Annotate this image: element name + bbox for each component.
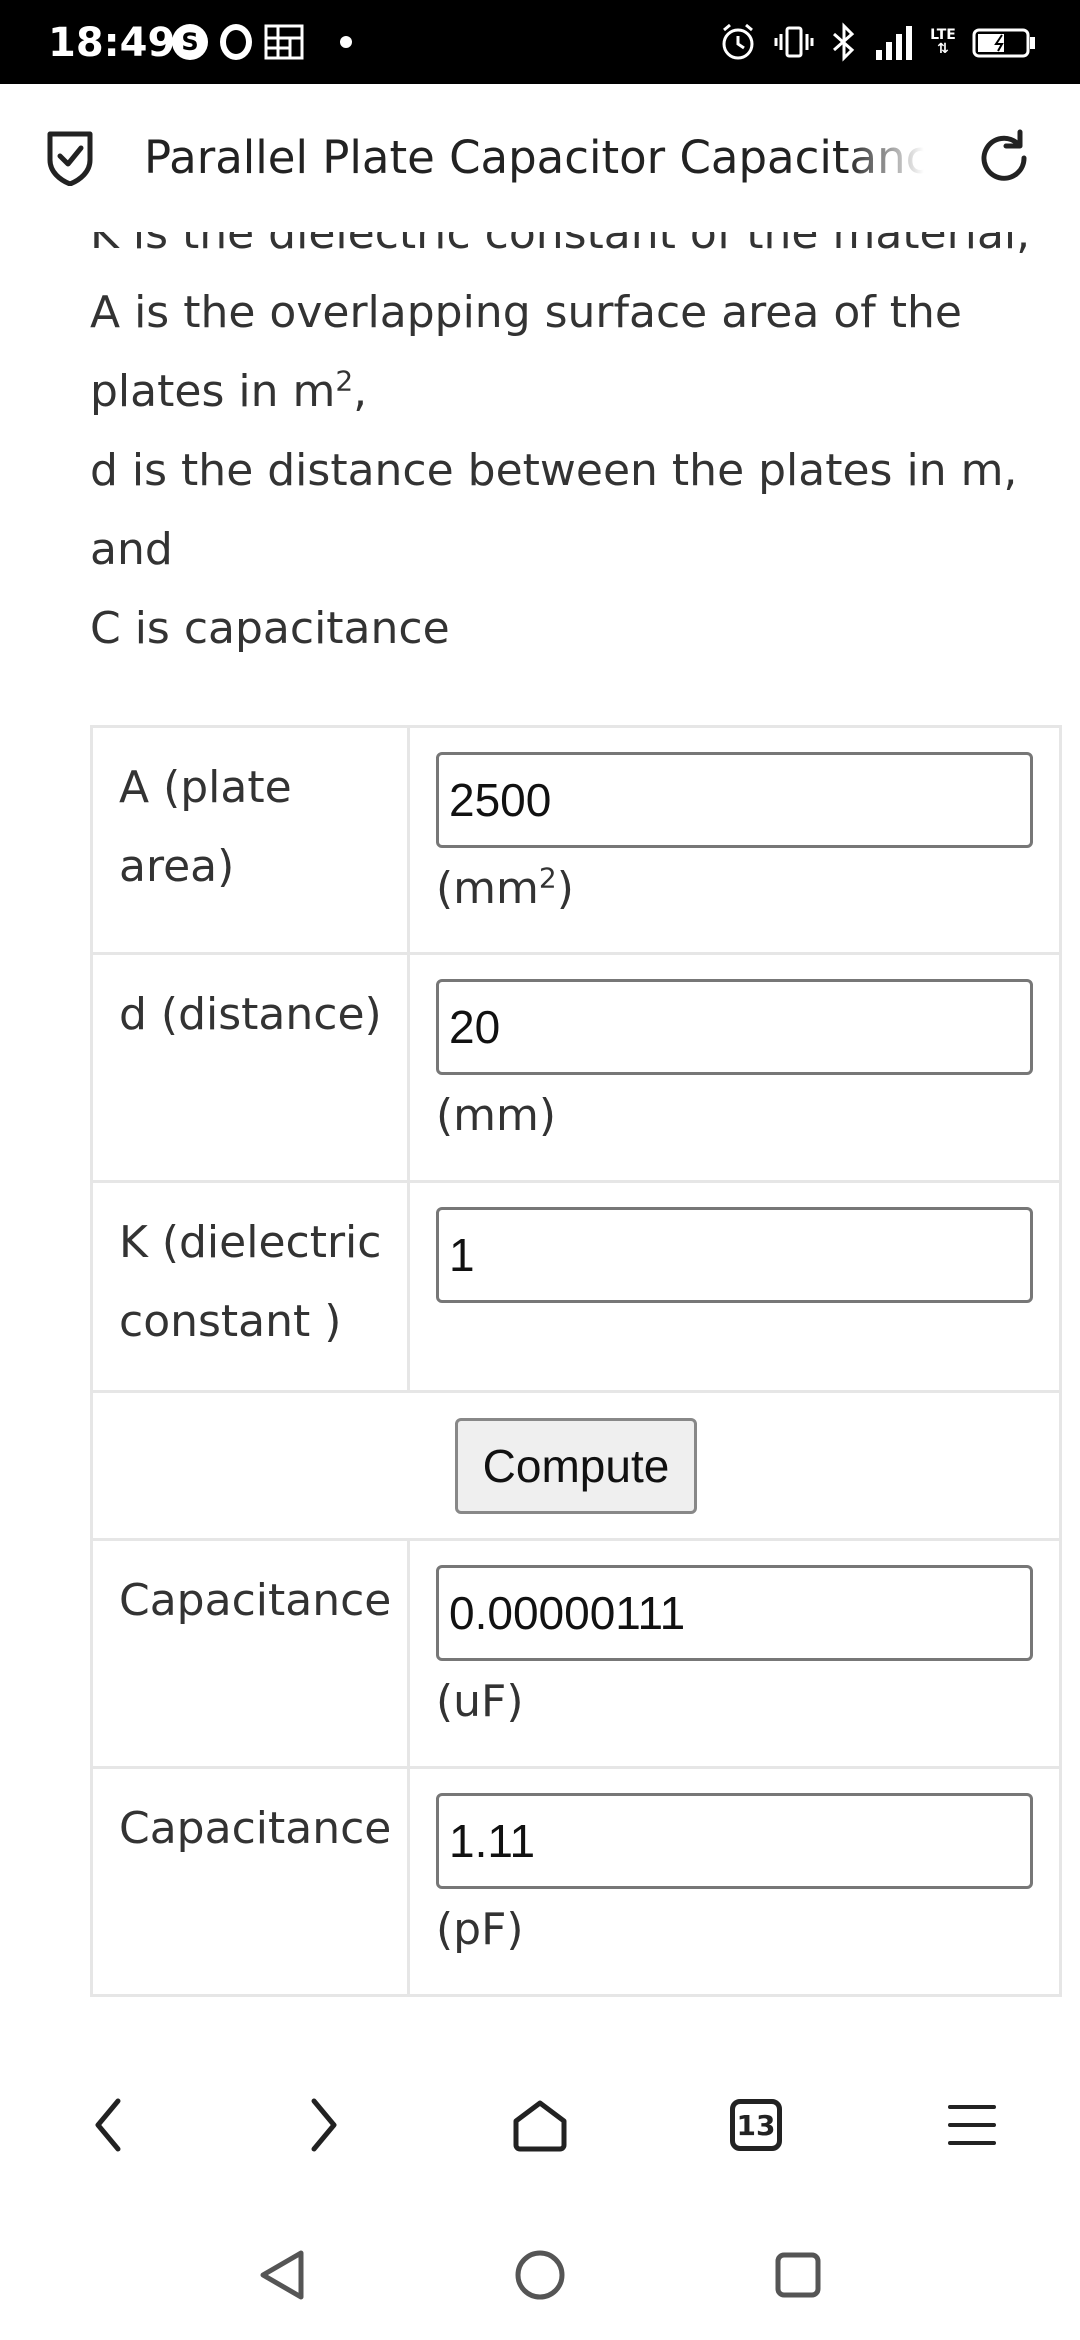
more-notifications-dot [340, 36, 352, 48]
formula-description: K is the dielectric constant of the mate… [90, 232, 1050, 668]
compute-cell: Compute [90, 1390, 1062, 1541]
capacitance-uf-row: Capacitance (uF) [90, 1538, 1062, 1769]
chevron-right-icon [311, 2098, 337, 2152]
ring-icon [220, 24, 252, 60]
browser-bottom-nav: 13 [0, 2040, 1080, 2210]
home-button[interactable] [480, 2065, 600, 2185]
tabs-count-icon: 13 [730, 2099, 782, 2151]
capacitance-pf-unit: (pF) [436, 1904, 524, 1955]
distance-input[interactable] [436, 979, 1033, 1075]
capacitance-uf-label: Capacitance [90, 1538, 410, 1769]
area-unit-exponent: 2 [538, 861, 557, 895]
dielectric-row: K (dielectric constant ) [90, 1180, 1062, 1393]
desc-line-a-text: A is the overlapping surface area of the… [90, 287, 962, 417]
notification-icons: S [172, 22, 352, 62]
circle-home-icon [515, 2250, 565, 2300]
area-unit-text: (mm [436, 863, 539, 914]
compute-row: Compute [90, 1390, 1062, 1541]
distance-label: d (distance) [90, 952, 410, 1183]
system-status-icons: LTE ⇅ [718, 22, 1036, 62]
system-home-button[interactable] [495, 2230, 585, 2320]
alarm-icon [722, 23, 754, 60]
signal-icon [876, 26, 912, 60]
page-content[interactable]: K is the dielectric constant of the mate… [0, 232, 1080, 2012]
dielectric-input[interactable] [436, 1207, 1033, 1303]
system-back-button[interactable] [237, 2230, 327, 2320]
page-title[interactable]: Parallel Plate Capacitor Capacitance [144, 128, 924, 188]
desc-line-d: d is the distance between the plates in … [90, 445, 1018, 575]
area-row: A (plate area) (mm2) [90, 725, 1062, 955]
skype-icon: S [172, 24, 208, 60]
network-type-text: LTE [930, 27, 956, 43]
menu-button[interactable] [912, 2065, 1032, 2185]
desc-line-a: A is the overlapping surface area of the… [90, 273, 1050, 431]
desc-line-k: K is the dielectric constant of the mate… [90, 232, 1031, 259]
capacitance-uf-field-cell: (uF) [407, 1538, 1062, 1769]
battery-icon [972, 28, 1035, 58]
home-icon [513, 2100, 567, 2152]
capacitance-pf-row: Capacitance (pF) [90, 1766, 1062, 1997]
distance-unit: (mm) [436, 1090, 557, 1141]
tabs-button[interactable]: 13 [696, 2065, 816, 2185]
forward-button[interactable] [264, 2065, 384, 2185]
status-time: 18:49 [48, 20, 176, 66]
security-shield-icon[interactable] [44, 126, 96, 186]
compute-button[interactable]: Compute [455, 1418, 697, 1514]
menu-icon [948, 2105, 996, 2145]
area-unit: (mm2) [436, 852, 1033, 926]
square-recents-icon [775, 2252, 821, 2298]
dielectric-label: K (dielectric constant ) [90, 1180, 410, 1393]
desc-line-a-exponent: 2 [335, 364, 354, 398]
capacitance-pf-output[interactable] [436, 1793, 1033, 1889]
area-label: A (plate area) [90, 725, 410, 955]
area-field-cell: (mm2) [407, 725, 1062, 955]
dielectric-field-cell [407, 1180, 1062, 1393]
status-bar: 18:49 S LTE ⇅ [0, 0, 1080, 84]
back-button[interactable] [48, 2065, 168, 2185]
capacitance-pf-label: Capacitance [90, 1766, 410, 1997]
chevron-left-icon [95, 2098, 121, 2152]
vibrate-icon [774, 26, 814, 58]
system-recents-button[interactable] [753, 2230, 843, 2320]
app-glyph-icon [264, 24, 304, 60]
area-input[interactable] [436, 752, 1033, 848]
browser-title-bar: Parallel Plate Capacitor Capacitance [0, 84, 1080, 232]
system-nav-bar [0, 2210, 1080, 2340]
triangle-back-icon [260, 2250, 304, 2300]
capacitance-uf-unit: (uF) [436, 1676, 524, 1727]
distance-row: d (distance) (mm) [90, 952, 1062, 1183]
network-type-label: LTE ⇅ [930, 27, 956, 57]
capacitance-pf-field-cell: (pF) [407, 1766, 1062, 1997]
desc-line-a-suffix: , [353, 366, 368, 417]
reload-icon[interactable] [974, 128, 1034, 188]
area-unit-close: ) [556, 863, 574, 914]
bluetooth-icon [833, 22, 855, 62]
capacitance-uf-output[interactable] [436, 1565, 1033, 1661]
desc-line-c: C is capacitance [90, 603, 450, 654]
calculator-table: A (plate area) (mm2) d (distance) (mm) K… [90, 725, 1062, 1997]
distance-field-cell: (mm) [407, 952, 1062, 1183]
